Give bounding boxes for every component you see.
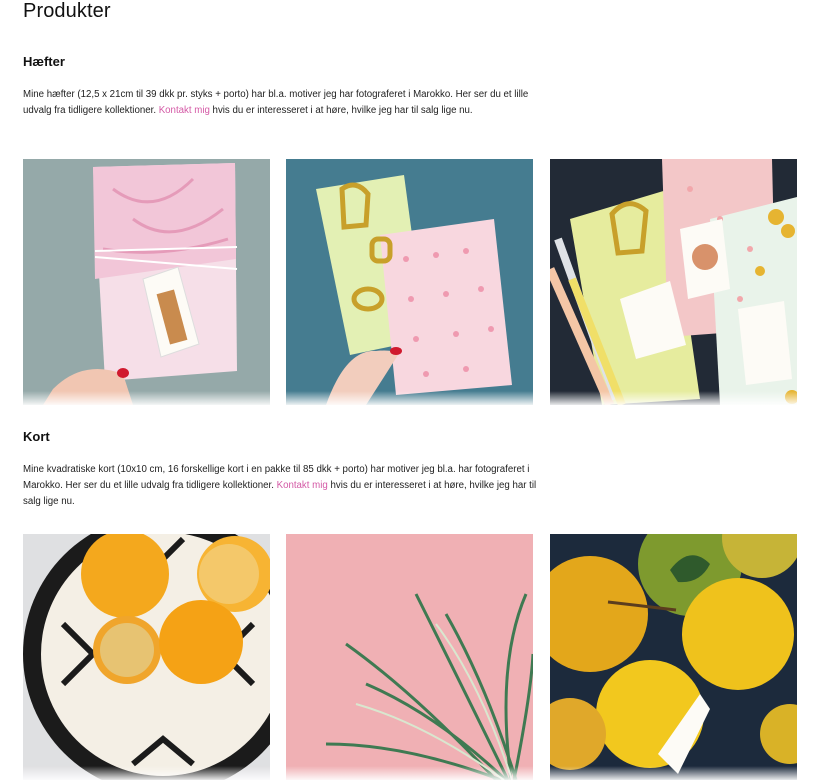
product-image-notebook-3[interactable] xyxy=(550,159,797,405)
image-fade xyxy=(550,391,797,405)
section-title-kort: Kort xyxy=(23,429,50,444)
image-fade xyxy=(23,391,270,405)
product-image-notebook-2[interactable] xyxy=(286,159,533,405)
image-fade xyxy=(550,766,797,780)
product-image-card-3[interactable] xyxy=(550,534,797,780)
section-text-haefter: Mine hæfter (12,5 x 21cm til 39 dkk pr. … xyxy=(23,87,538,119)
image-fade xyxy=(23,766,270,780)
image-fade xyxy=(286,766,533,780)
section-title-haefter: Hæfter xyxy=(23,54,65,69)
page-title: Produkter xyxy=(23,0,111,22)
contact-link[interactable]: Kontakt mig xyxy=(159,105,210,116)
section-text-after: hvis du er interesseret i at høre, hvilk… xyxy=(209,105,473,116)
product-image-card-2[interactable] xyxy=(286,534,533,780)
image-fade xyxy=(286,391,533,405)
product-image-notebook-1[interactable] xyxy=(23,159,270,405)
product-image-card-1[interactable] xyxy=(23,534,270,780)
contact-link[interactable]: Kontakt mig xyxy=(277,480,328,491)
section-text-kort: Mine kvadratiske kort (10x10 cm, 16 fors… xyxy=(23,462,538,510)
